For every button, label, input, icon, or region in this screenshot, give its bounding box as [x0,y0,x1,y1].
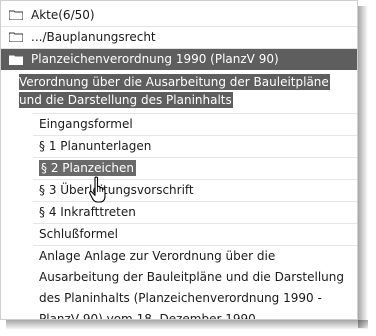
separator [33,223,357,224]
selected-heading-line1: Verordnung über die Ausarbeitung der Bau… [19,74,330,90]
tree-node-current[interactable]: Planzeichenverordnung 1990 (PlanzV 90) [1,49,357,70]
separator [33,201,357,202]
toc-item-eingangsformel[interactable]: Eingangsformel [39,115,133,133]
toc-item-paragraph-3[interactable]: § 3 Überleitungsvorschrift [39,181,194,199]
toc-item-schlussformel[interactable]: Schlußformel [39,225,118,243]
hand-pointer-icon [89,176,106,203]
folder-icon [9,32,23,42]
folder-icon [9,55,23,65]
toc-item-label: § 2 Planzeichen [39,160,136,176]
toc-item-paragraph-2[interactable]: § 2 Planzeichen [39,159,136,177]
separator [33,135,357,136]
anlage-line2: Ausarbeitung der Bauleitpläne und die Da… [39,270,344,284]
tree-node-label: Akte(6/50) [31,8,95,22]
tree-node-label: .../Bauplanungsrecht [31,30,156,44]
toc-item-anlage[interactable]: Anlage Anlage zur Verordnung über die Au… [39,246,357,320]
tree-node-bauplanungsrecht[interactable]: .../Bauplanungsrecht [1,27,357,49]
separator [33,113,357,114]
anlage-line4: PlanzV 90) vom 18. Dezember 1990 [39,312,256,320]
separator [33,157,357,158]
anlage-line3: des Planinhalts (Planzeichenverordnung 1… [39,291,322,305]
toc-item-paragraph-1[interactable]: § 1 Planunterlagen [39,137,151,155]
tree-node-akte[interactable]: Akte(6/50) [1,5,357,27]
tree-node-label: Planzeichenverordnung 1990 (PlanzV 90) [31,52,279,66]
panel-shadow [358,6,368,328]
selected-heading-line2: und die Darstellung des Planinhalts [19,92,233,108]
folder-icon [9,10,23,20]
anlage-line1: Anlage Anlage zur Verordnung über die [39,249,276,263]
document-tree-panel: Akte(6/50) .../Bauplanungsrecht Planzeic… [0,0,358,320]
separator [33,179,357,180]
toc-item-paragraph-4[interactable]: § 4 Inkrafttreten [39,203,136,221]
selected-heading[interactable]: Verordnung über die Ausarbeitung der Bau… [19,73,330,109]
panel-shadow [6,320,368,330]
